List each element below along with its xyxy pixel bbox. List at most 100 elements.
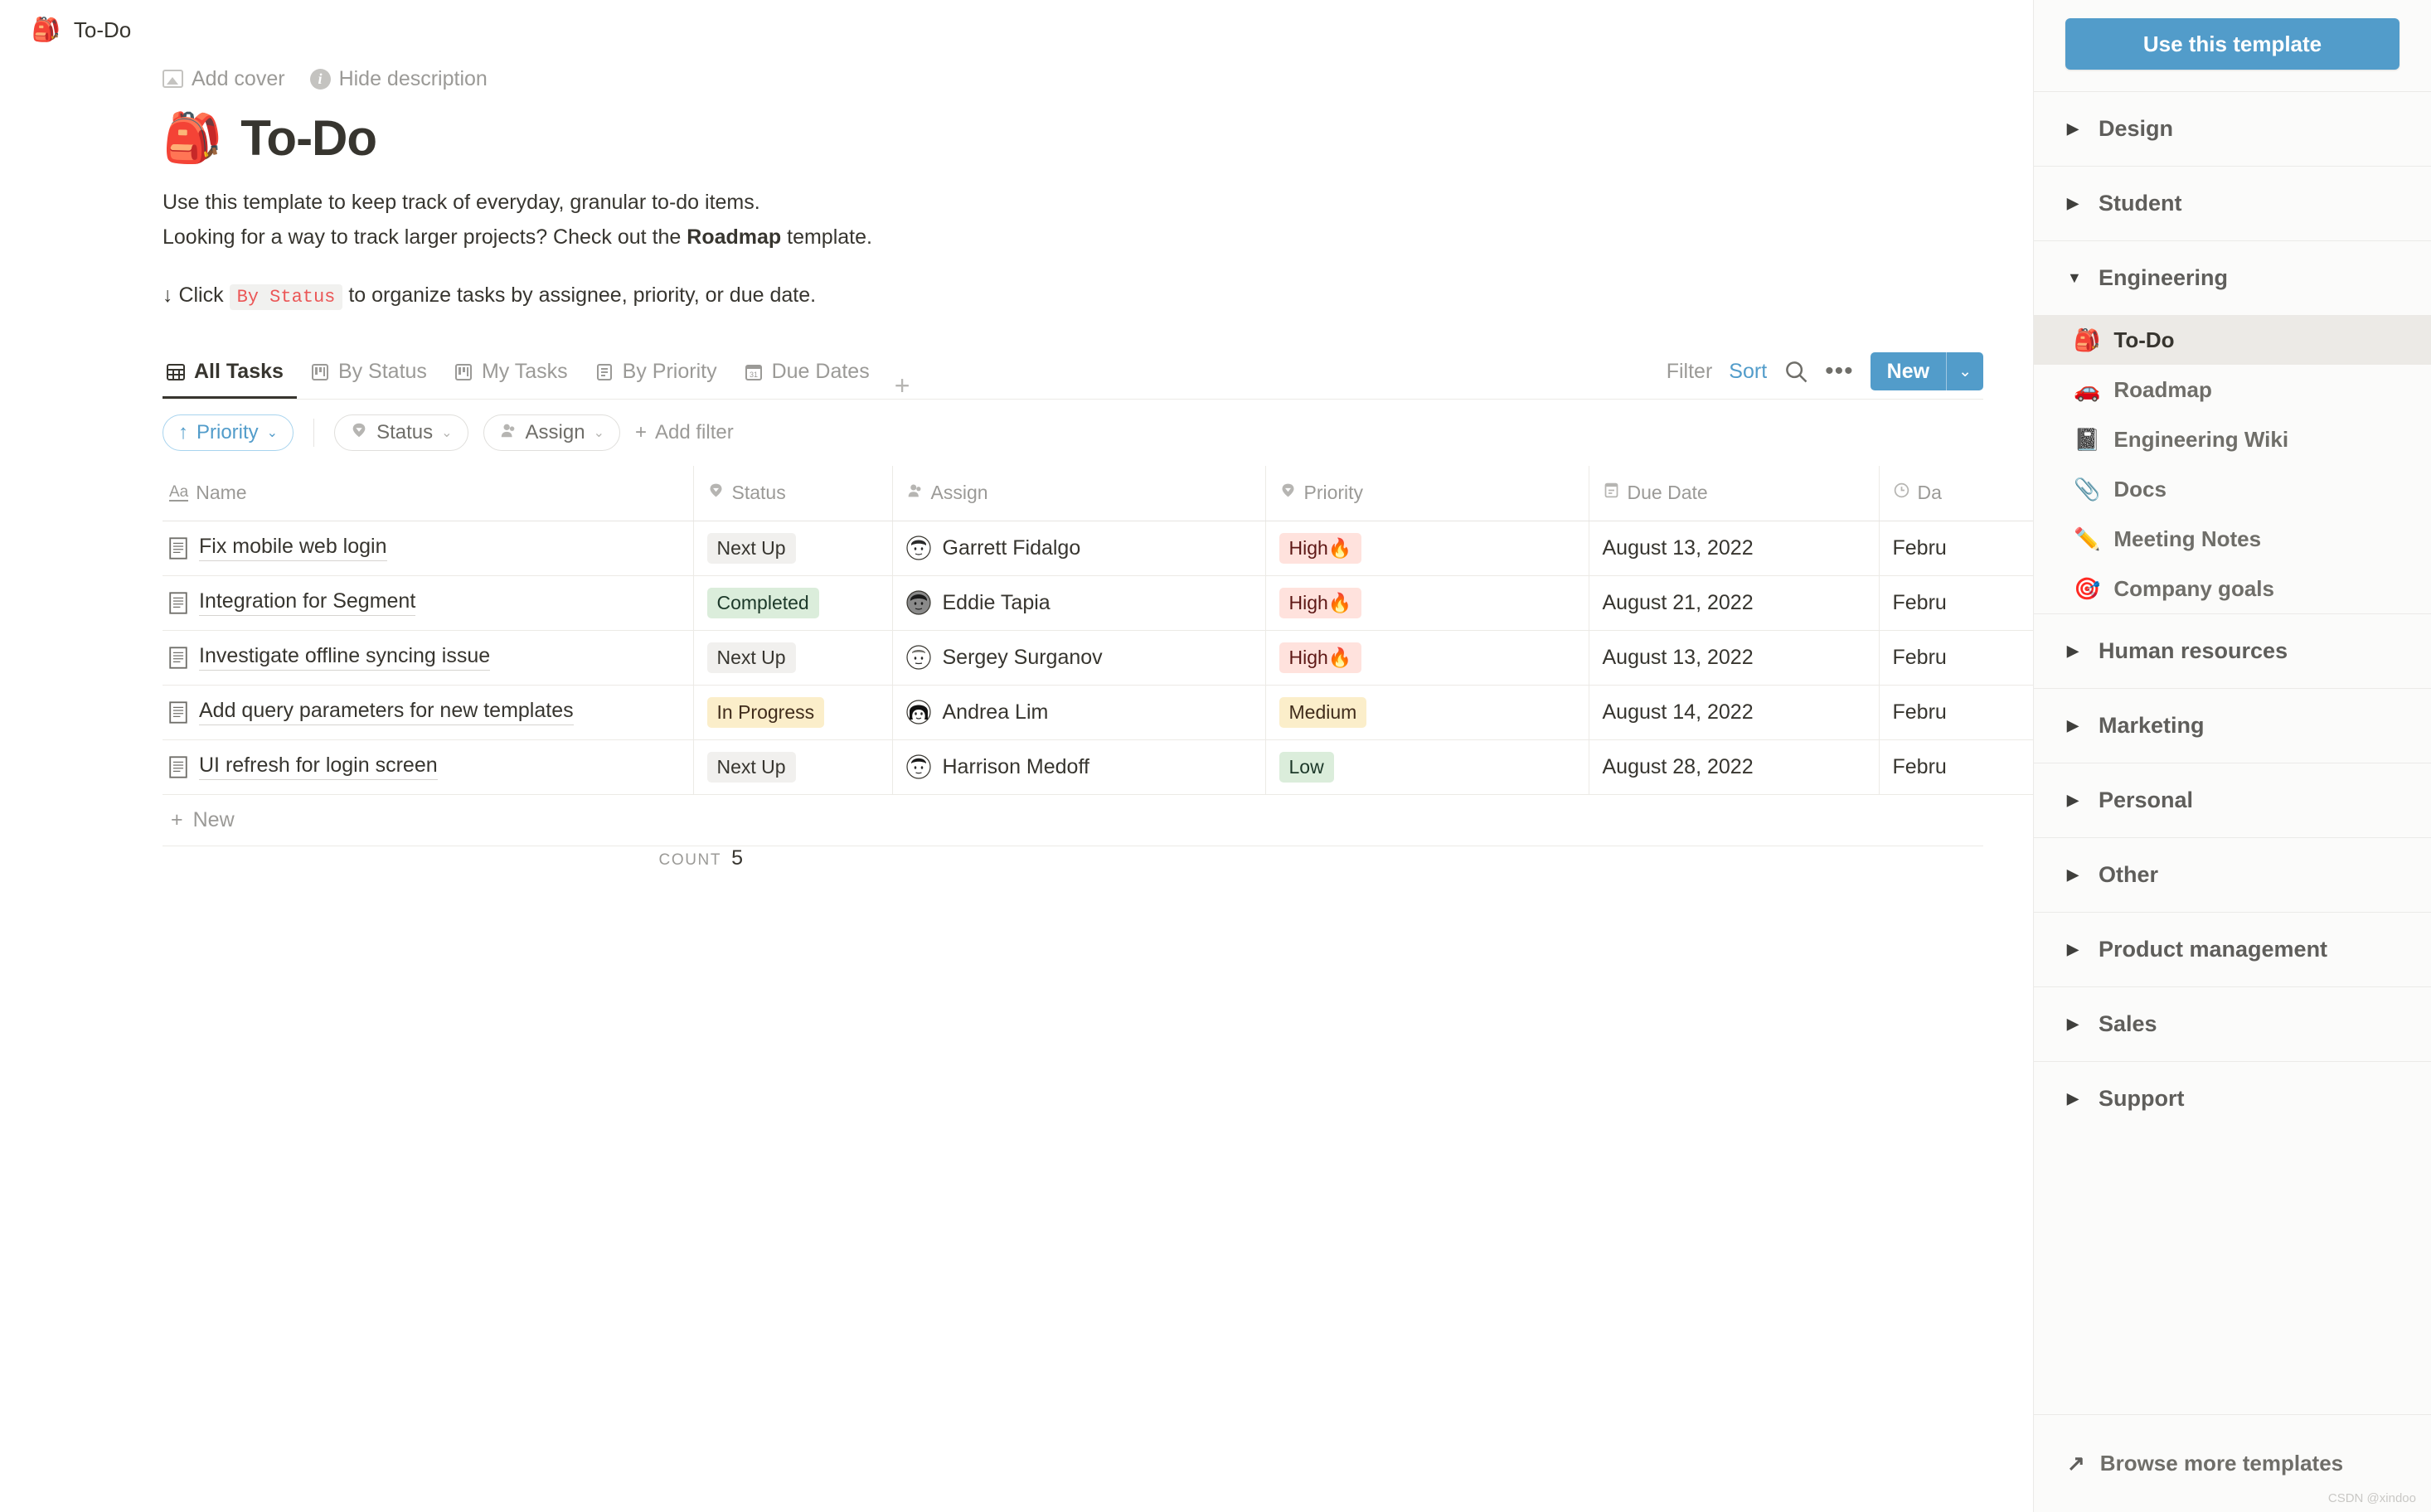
task-name[interactable]: Add query parameters for new templates	[199, 699, 574, 725]
avatar	[905, 590, 931, 615]
sidebar-category-personal[interactable]: ▶ Personal	[2034, 763, 2431, 837]
cell-due-date[interactable]: August 13, 2022	[1589, 630, 1880, 686]
cell-date-created[interactable]: Febru	[1879, 685, 2033, 740]
page-title[interactable]: To-Do	[240, 109, 377, 167]
cell-name[interactable]: UI refresh for login screen	[163, 739, 694, 795]
task-name[interactable]: Integration for Segment	[199, 589, 416, 616]
chip-priority[interactable]: ↑ Priority ⌄	[163, 414, 294, 451]
cell-assign[interactable]: Eddie Tapia	[892, 575, 1266, 631]
sort-button[interactable]: Sort	[1729, 360, 1767, 384]
cell-name[interactable]: Add query parameters for new templates	[163, 685, 694, 740]
assignee-name: Sergey Surganov	[942, 645, 1103, 669]
sidebar-category-marketing[interactable]: ▶ Marketing	[2034, 688, 2431, 763]
cell-priority[interactable]: High🔥	[1265, 521, 1589, 576]
sidebar-category-sales[interactable]: ▶ Sales	[2034, 986, 2431, 1061]
category-label: Support	[2099, 1086, 2185, 1111]
column-header-due-date[interactable]: Due Date	[1589, 466, 1880, 521]
sidebar-item-docs[interactable]: 📎 Docs	[2034, 464, 2431, 514]
table-header-row: Aa Name Status Assign Priority Due Date …	[163, 466, 2033, 521]
add-cover-button[interactable]: Add cover	[163, 67, 285, 91]
column-header-status[interactable]: Status	[693, 466, 893, 521]
cell-due-date[interactable]: August 28, 2022	[1589, 739, 1880, 795]
backpack-icon[interactable]: 🎒	[163, 114, 222, 162]
cell-date-created[interactable]: Febru	[1879, 739, 2033, 795]
sidebar-category-product-management[interactable]: ▶ Product management	[2034, 912, 2431, 986]
cell-status[interactable]: Completed	[693, 575, 893, 631]
task-name[interactable]: UI refresh for login screen	[199, 754, 438, 780]
table-row[interactable]: Fix mobile web login Next Up Garrett Fid…	[163, 521, 2033, 576]
cell-assign[interactable]: Andrea Lim	[892, 685, 1266, 740]
hide-description-button[interactable]: i Hide description	[309, 67, 488, 91]
cell-priority[interactable]: High🔥	[1265, 630, 1589, 686]
new-row-button[interactable]: + New	[163, 795, 1983, 846]
status-badge: Next Up	[706, 751, 796, 783]
cell-date-created[interactable]: Febru	[1879, 521, 2033, 576]
column-header-priority[interactable]: Priority	[1265, 466, 1589, 521]
add-filter-button[interactable]: + Add filter	[635, 421, 734, 444]
table-row[interactable]: Integration for Segment Completed Eddie …	[163, 575, 2033, 631]
chip-assign[interactable]: Assign ⌄	[483, 414, 620, 451]
cell-status[interactable]: Next Up	[693, 630, 893, 686]
by-status-code-chip[interactable]: By Status	[229, 284, 343, 310]
search-icon[interactable]	[1783, 359, 1808, 384]
filter-button[interactable]: Filter	[1667, 360, 1713, 384]
breadcrumb-title[interactable]: To-Do	[74, 17, 131, 43]
cell-date-created[interactable]: Febru	[1879, 630, 2033, 686]
cell-assign[interactable]: Harrison Medoff	[892, 739, 1266, 795]
cell-assign[interactable]: Garrett Fidalgo	[892, 521, 1266, 576]
tab-all-tasks[interactable]: All Tasks	[163, 347, 297, 399]
table-row[interactable]: Investigate offline syncing issue Next U…	[163, 630, 2033, 686]
chip-status[interactable]: Status ⌄	[334, 414, 468, 451]
sidebar-item-engineering-wiki[interactable]: 📓 Engineering Wiki	[2034, 414, 2431, 464]
item-label: Roadmap	[2113, 376, 2212, 402]
cell-name[interactable]: Investigate offline syncing issue	[163, 630, 694, 686]
sidebar-category-human-resources[interactable]: ▶ Human resources	[2034, 613, 2431, 688]
sidebar-item-roadmap[interactable]: 🚗 Roadmap	[2034, 365, 2431, 414]
ellipsis-icon[interactable]: •••	[1825, 359, 1854, 384]
cell-due-date[interactable]: August 13, 2022	[1589, 521, 1880, 576]
cell-status[interactable]: Next Up	[693, 521, 893, 576]
sidebar-item-meeting-notes[interactable]: ✏️ Meeting Notes	[2034, 514, 2431, 564]
sidebar-item-company-goals[interactable]: 🎯 Company goals	[2034, 564, 2431, 613]
chevron-down-icon[interactable]: ⌄	[1947, 352, 1983, 390]
tab-my-tasks[interactable]: My Tasks	[440, 347, 581, 399]
chevron-right-icon: ▶	[2067, 866, 2079, 883]
cell-date-created[interactable]: Febru	[1879, 575, 2033, 631]
tab-by-status[interactable]: By Status	[297, 347, 440, 399]
table-body: Fix mobile web login Next Up Garrett Fid…	[163, 521, 2033, 795]
sidebar-item-to-do[interactable]: 🎒 To-Do	[2034, 315, 2431, 365]
sidebar-category-design[interactable]: ▶ Design	[2034, 91, 2431, 166]
cell-assign[interactable]: Sergey Surganov	[892, 630, 1266, 686]
use-this-template-button[interactable]: Use this template	[2065, 18, 2399, 70]
count-footer[interactable]: COUNT 5	[163, 846, 743, 901]
task-name[interactable]: Fix mobile web login	[199, 535, 387, 561]
column-header-date-created[interactable]: Da	[1879, 466, 2033, 521]
tab-by-priority[interactable]: By Priority	[581, 347, 730, 399]
cell-status[interactable]: Next Up	[693, 739, 893, 795]
plus-icon: +	[634, 421, 647, 443]
column-header-name[interactable]: Aa Name	[163, 466, 694, 521]
cell-priority[interactable]: High🔥	[1265, 575, 1589, 631]
sidebar-category-student[interactable]: ▶ Student	[2034, 166, 2431, 240]
tab-due-dates[interactable]: 31 Due Dates	[730, 347, 883, 399]
cell-priority[interactable]: Low	[1265, 739, 1589, 795]
cell-name[interactable]: Fix mobile web login	[163, 521, 694, 576]
cell-priority[interactable]: Medium	[1265, 685, 1589, 740]
cell-due-date[interactable]: August 21, 2022	[1589, 575, 1880, 631]
table-row[interactable]: UI refresh for login screen Next Up Harr…	[163, 739, 2033, 795]
sidebar-category-engineering[interactable]: ▼ Engineering	[2034, 240, 2431, 315]
chevron-right-icon: ▶	[2067, 717, 2079, 734]
sidebar-category-other[interactable]: ▶ Other	[2034, 837, 2431, 912]
task-name[interactable]: Investigate offline syncing issue	[199, 644, 491, 671]
category-label: Other	[2099, 862, 2159, 887]
column-header-assign[interactable]: Assign	[892, 466, 1266, 521]
roadmap-link[interactable]: Roadmap	[687, 225, 781, 249]
add-view-button[interactable]: +	[883, 372, 922, 399]
cell-status[interactable]: In Progress	[693, 685, 893, 740]
sidebar-category-support[interactable]: ▶ Support	[2034, 1061, 2431, 1136]
category-label: Sales	[2099, 1011, 2157, 1036]
cell-name[interactable]: Integration for Segment	[163, 575, 694, 631]
table-row[interactable]: Add query parameters for new templates I…	[163, 685, 2033, 740]
new-button[interactable]: New ⌄	[1870, 352, 1983, 390]
cell-due-date[interactable]: August 14, 2022	[1589, 685, 1880, 740]
